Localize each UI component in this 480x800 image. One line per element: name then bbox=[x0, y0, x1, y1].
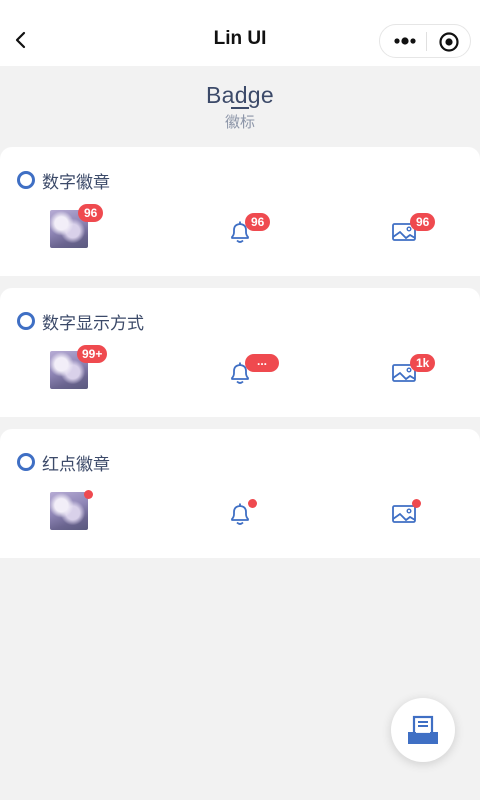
avatar bbox=[50, 492, 88, 530]
image-with-dot[interactable] bbox=[391, 499, 421, 532]
target-circle-icon bbox=[439, 32, 459, 52]
section-number-format: 数字显示方式 99+ ... 1k bbox=[0, 288, 480, 417]
floating-doc-button[interactable] bbox=[391, 698, 455, 762]
page-header: Badge 徽标 bbox=[0, 82, 480, 132]
circle-bullet-icon bbox=[17, 453, 35, 471]
number-badge: 99+ bbox=[77, 345, 108, 363]
page-subtitle: 徽标 bbox=[224, 114, 255, 131]
section-title: 红点徽章 bbox=[42, 454, 110, 474]
avatar-with-badge[interactable]: 96 bbox=[50, 204, 104, 248]
bell-with-badge[interactable]: 96 bbox=[227, 213, 271, 250]
bell-with-badge[interactable]: ... bbox=[227, 354, 279, 391]
close-miniprogram-button[interactable] bbox=[438, 31, 460, 53]
page-title: Badge bbox=[205, 82, 274, 108]
number-badge: 96 bbox=[245, 213, 271, 231]
capsule-divider bbox=[426, 32, 427, 51]
more-button[interactable] bbox=[392, 31, 418, 51]
red-dot-badge bbox=[412, 499, 421, 508]
avatar-with-dot[interactable] bbox=[50, 490, 93, 530]
bell-with-dot[interactable] bbox=[227, 499, 257, 532]
image-with-badge[interactable]: 96 bbox=[391, 213, 436, 250]
section-title: 数字徽章 bbox=[42, 172, 110, 192]
section-dot-badge: 红点徽章 bbox=[0, 429, 480, 558]
section-title: 数字显示方式 bbox=[42, 313, 144, 333]
number-badge: 1k bbox=[410, 354, 436, 372]
more-dots-icon bbox=[394, 37, 416, 45]
circle-bullet-icon bbox=[17, 171, 35, 189]
red-dot-badge bbox=[248, 499, 257, 508]
number-badge: 96 bbox=[410, 213, 436, 231]
document-box-icon bbox=[408, 715, 438, 744]
image-with-badge[interactable]: 1k bbox=[391, 354, 436, 391]
section-header: 数字徽章 bbox=[17, 170, 110, 192]
circle-bullet-icon bbox=[17, 312, 35, 330]
ellipsis-badge: ... bbox=[245, 354, 279, 372]
capsule-menu bbox=[379, 24, 471, 58]
number-badge: 96 bbox=[78, 204, 104, 222]
red-dot-badge bbox=[84, 490, 93, 499]
avatar-with-badge[interactable]: 99+ bbox=[50, 345, 108, 389]
section-header: 数字显示方式 bbox=[17, 311, 144, 333]
section-number-badge: 数字徽章 96 96 96 bbox=[0, 147, 480, 276]
section-header: 红点徽章 bbox=[17, 452, 110, 474]
navigation-bar: Lin UI bbox=[0, 0, 480, 66]
